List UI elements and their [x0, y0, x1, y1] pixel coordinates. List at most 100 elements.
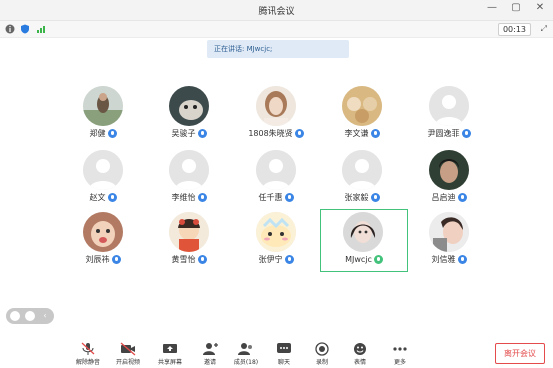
participant-name: 任千惠: [258, 193, 283, 202]
avatar-placeholder: [169, 150, 209, 190]
avatar: [169, 86, 209, 126]
unmute-button[interactable]: 解除静音: [70, 336, 106, 368]
more-button[interactable]: 更多: [382, 336, 418, 368]
mic-icon: [107, 193, 117, 202]
smile-icon: [354, 343, 366, 355]
more-label: 更多: [393, 359, 406, 366]
participant-name: 黄雪怡: [171, 255, 196, 264]
participant-tile[interactable]: 尹圆逸菲: [409, 86, 489, 156]
title-bar: 腾讯会议 — ▢ ✕: [0, 0, 553, 21]
participant-name: 李维怡: [171, 193, 196, 202]
avatar-placeholder: [83, 150, 123, 190]
mic-icon: [284, 193, 294, 202]
share-screen-label: 共享屏幕: [157, 359, 182, 366]
avatar-placeholder: [429, 86, 469, 126]
avatar-placeholder: [342, 150, 382, 190]
mic-icon: [284, 255, 294, 264]
participant-name: 尹圆逸菲: [427, 129, 460, 138]
info-icon[interactable]: [5, 24, 15, 34]
meeting-toolbar: 解除静音 开启视频 共享屏幕 邀请 成员(18) 聊天 录制 表情 更多: [0, 336, 553, 368]
floating-view-controls[interactable]: ‹: [6, 308, 54, 324]
participant-tile[interactable]: 郑健: [63, 86, 143, 156]
participant-tile[interactable]: 任千惠: [236, 150, 316, 220]
status-bar: 00:13 ⤢: [0, 21, 553, 38]
mic-speaking-icon: [373, 255, 383, 264]
mic-icon: [294, 129, 304, 138]
mic-icon: [107, 129, 117, 138]
collapse-icon[interactable]: ‹: [40, 311, 50, 321]
window-title: 腾讯会议: [258, 7, 295, 17]
participant-tile[interactable]: 刘辰祎: [63, 212, 143, 282]
window-controls: — ▢ ✕: [485, 2, 547, 13]
participant-name: 1808朱晓贤: [248, 129, 293, 138]
invite-button[interactable]: 邀请: [192, 336, 228, 368]
participant-name: 刘信雅: [431, 255, 456, 264]
participant-name: 吴骏子: [171, 129, 196, 138]
reactions-button[interactable]: 表情: [342, 336, 378, 368]
participant-tile-active-speaker[interactable]: MJwcjc: [320, 209, 408, 272]
close-button[interactable]: ✕: [533, 2, 547, 13]
avatar: [343, 212, 383, 252]
chat-button[interactable]: 聊天: [266, 336, 302, 368]
mic-icon: [457, 255, 467, 264]
grid-icon[interactable]: [25, 311, 35, 321]
participant-tile[interactable]: 李维怡: [149, 150, 229, 220]
avatar: [342, 86, 382, 126]
more-dots-icon: [393, 347, 407, 351]
avatar: [83, 86, 123, 126]
record-icon: [315, 342, 329, 356]
camera-off-icon: [120, 342, 136, 356]
leave-meeting-button[interactable]: 离开会议: [495, 343, 545, 364]
avatar: [169, 212, 209, 252]
share-screen-icon: [163, 344, 177, 353]
avatar: [83, 212, 123, 252]
record-button[interactable]: 录制: [304, 336, 340, 368]
participant-name: 张伊宁: [258, 255, 283, 264]
participant-name: 郑健: [89, 129, 106, 138]
maximize-button[interactable]: ▢: [509, 2, 523, 13]
signal-icon[interactable]: [36, 24, 46, 34]
participant-tile[interactable]: 李文谦: [322, 86, 402, 156]
shield-icon[interactable]: [20, 24, 30, 34]
participant-name: 吕启迪: [431, 193, 456, 202]
meeting-timer: 00:13: [497, 23, 531, 36]
avatar-placeholder: [256, 150, 296, 190]
start-video-label: 开启视频: [115, 359, 140, 366]
participant-name: 张家毅: [344, 193, 369, 202]
participant-tile[interactable]: 吴骏子: [149, 86, 229, 156]
mic-icon: [197, 255, 207, 264]
mic-icon: [457, 193, 467, 202]
expand-icon[interactable]: ⤢: [541, 24, 547, 34]
mic-icon: [370, 129, 380, 138]
face-icon[interactable]: [10, 311, 20, 321]
unmute-label: 解除静音: [75, 359, 100, 366]
minimize-button[interactable]: —: [485, 2, 499, 13]
chat-icon: [277, 343, 291, 353]
participant-tile[interactable]: 张伊宁: [236, 212, 316, 282]
add-person-icon: [203, 343, 218, 355]
participant-name: 刘辰祎: [85, 255, 110, 264]
avatar: [256, 212, 296, 252]
reactions-label: 表情: [353, 359, 366, 366]
participant-tile[interactable]: 吕启迪: [409, 150, 489, 220]
avatar: [429, 150, 469, 190]
participant-tile[interactable]: 赵文: [63, 150, 143, 220]
members-icon: [238, 343, 252, 355]
mic-icon: [197, 193, 207, 202]
participant-name: 赵文: [89, 193, 106, 202]
participant-tile[interactable]: 刘信雅: [409, 212, 489, 282]
participant-name: MJwcjc: [345, 255, 372, 264]
start-video-button[interactable]: 开启视频: [110, 336, 146, 368]
share-screen-button[interactable]: 共享屏幕: [152, 336, 188, 368]
mic-icon: [111, 255, 121, 264]
speaking-indicator: 正在讲话: MJwcjc;: [207, 40, 349, 58]
members-button[interactable]: 成员(18): [228, 336, 264, 368]
mic-icon: [370, 193, 380, 202]
participant-name: 李文谦: [344, 129, 369, 138]
microphone-muted-icon: [81, 342, 95, 355]
participant-tile[interactable]: 1808朱晓贤: [236, 86, 316, 156]
avatar: [256, 86, 296, 126]
participant-tile[interactable]: 黄雪怡: [149, 212, 229, 282]
mic-icon: [461, 129, 471, 138]
avatar: [429, 212, 469, 252]
